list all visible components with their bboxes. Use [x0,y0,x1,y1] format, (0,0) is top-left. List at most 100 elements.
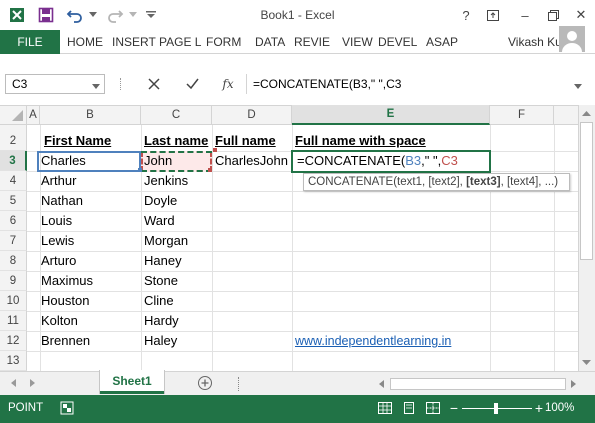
cell-b6[interactable]: Louis [38,211,72,231]
tab-asap[interactable]: ASAP [426,30,458,54]
formula-input[interactable]: =CONCATENATE(B3," ",C3 [246,74,586,94]
page-break-view-icon[interactable] [426,402,440,414]
zoom-out-icon[interactable]: − [448,401,460,415]
zoom-level[interactable]: 100% [545,402,574,414]
tab-sheet1[interactable]: Sheet1 [100,370,164,394]
cell-c3[interactable]: John [141,151,172,171]
prev-sheet-icon[interactable] [8,377,20,389]
tab-page-layout[interactable]: PAGE L [159,30,201,54]
cell-c7[interactable]: Morgan [141,231,188,251]
select-all-corner[interactable] [0,106,27,124]
tooltip-function[interactable]: CONCATENATE( [308,176,397,188]
cell-b2[interactable]: First Name [41,131,111,151]
cell-c12[interactable]: Haley [141,331,177,351]
cell-c6[interactable]: Ward [141,211,175,231]
redo-dropdown-icon[interactable] [128,6,138,24]
undo-dropdown-icon[interactable] [88,6,98,24]
name-box[interactable]: C3 [5,74,105,94]
scroll-down-icon[interactable] [580,356,593,368]
column-header-c[interactable]: C [141,105,212,125]
row-header-5[interactable]: 5 [0,191,27,211]
macro-record-icon[interactable] [60,401,74,415]
tab-insert[interactable]: INSERT [112,30,156,54]
page-layout-view-icon[interactable] [402,402,416,414]
tab-review[interactable]: REVIE [294,30,330,54]
cell-b5[interactable]: Nathan [38,191,83,211]
row-header-10[interactable]: 10 [0,291,27,311]
expand-formula-bar-icon[interactable] [573,80,583,89]
name-box-dropdown-icon[interactable] [91,80,101,89]
customize-qat-icon[interactable] [144,6,158,24]
cell-c2[interactable]: Last name [141,131,208,151]
cell-c10[interactable]: Cline [141,291,174,311]
cell-c11[interactable]: Hardy [141,311,179,331]
column-header-f[interactable]: F [490,105,554,125]
row-header-6[interactable]: 6 [0,211,27,231]
zoom-slider-thumb[interactable] [494,403,498,414]
normal-view-icon[interactable] [378,402,392,414]
scroll-right-icon[interactable] [567,378,579,390]
new-sheet-icon[interactable] [197,375,213,391]
cell-b8[interactable]: Arturo [38,251,76,271]
save-icon[interactable] [36,6,56,24]
cell-d2[interactable]: Full name [212,131,276,151]
next-sheet-icon[interactable] [26,377,38,389]
cell-d3[interactable]: CharlesJohn [212,151,288,171]
row-header-8[interactable]: 8 [0,251,27,271]
cell-e12-link[interactable]: www.independentlearning.in [292,331,451,351]
column-header-a[interactable]: A [27,105,40,125]
cell-c9[interactable]: Stone [141,271,178,291]
row-header-7[interactable]: 7 [0,231,27,251]
cell-b12[interactable]: Brennen [38,331,90,351]
scroll-up-icon[interactable] [580,108,593,120]
cell-b7[interactable]: Lewis [38,231,74,251]
cell-b4[interactable]: Arthur [38,171,76,191]
minimize-button[interactable]: – [514,5,536,25]
undo-icon[interactable] [64,6,86,24]
cell-c8[interactable]: Haney [141,251,182,271]
cell-b9[interactable]: Maximus [38,271,93,291]
row-header-13[interactable]: 13 [0,351,27,371]
column-header-b[interactable]: B [40,105,141,125]
zoom-in-icon[interactable]: + [533,401,545,415]
gridline [27,231,578,232]
function-tooltip[interactable]: CONCATENATE(text1, [text2], [text3], [te… [303,173,570,191]
insert-function-icon[interactable]: fx [217,74,239,94]
gridline [27,351,578,352]
help-button[interactable]: ? [455,5,477,25]
tab-data[interactable]: DATA [255,30,285,54]
cell-b10[interactable]: Houston [38,291,89,311]
cell-c4[interactable]: Jenkins [141,171,188,191]
cell-b11[interactable]: Kolton [38,311,78,331]
vertical-scroll-thumb[interactable] [580,122,593,260]
row-header-3[interactable]: 3 [0,151,27,171]
tab-developer[interactable]: DEVEL [378,30,417,54]
horizontal-scroll-thumb[interactable] [390,378,566,390]
restore-icon[interactable] [542,5,564,25]
cell-b3[interactable]: Charles [38,151,86,171]
scroll-left-icon[interactable] [376,378,388,390]
ref-handle [208,168,212,172]
enter-check-icon[interactable] [181,74,203,94]
cancel-icon[interactable] [143,74,165,94]
row-header-12[interactable]: 12 [0,331,27,351]
cell-e3-editor[interactable]: =CONCATENATE(B3," ",C3 [294,151,458,171]
row-header-11[interactable]: 11 [0,311,27,331]
column-header-e[interactable]: E [292,105,490,125]
row-header-4[interactable]: 4 [0,171,27,191]
cell-e2[interactable]: Full name with space [292,131,426,151]
tab-formulas[interactable]: FORM [206,30,241,54]
row-header-2[interactable]: 2 [0,131,27,151]
column-header-d[interactable]: D [212,105,292,125]
close-button[interactable]: ✕ [570,5,592,25]
file-tab[interactable]: FILE [0,30,60,54]
redo-icon[interactable] [104,6,126,24]
tab-home[interactable]: HOME [67,30,103,54]
tab-view[interactable]: VIEW [342,30,373,54]
avatar[interactable] [559,26,585,52]
excel-logo-icon[interactable] [8,6,26,24]
cell-c5[interactable]: Doyle [141,191,177,211]
row-header-9[interactable]: 9 [0,271,27,291]
ribbon-display-options-icon[interactable] [482,5,504,25]
status-mode: POINT [8,402,44,414]
